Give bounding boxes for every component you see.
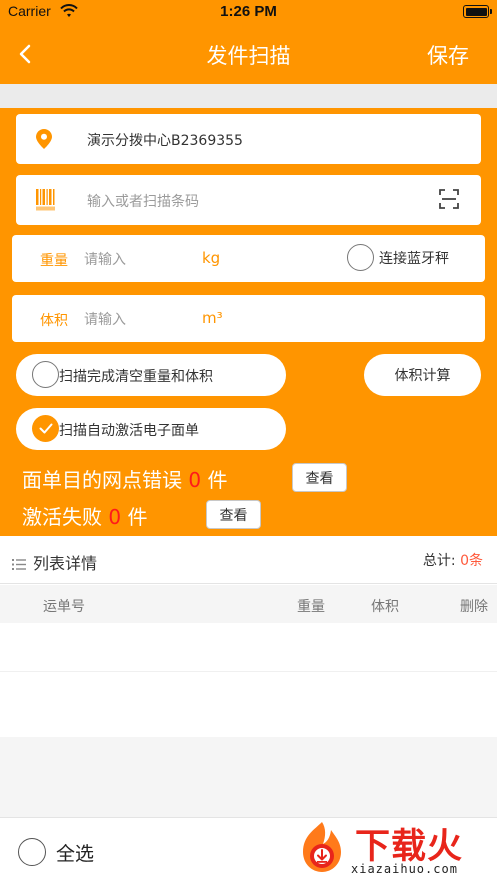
weight-label: 重量 — [40, 253, 68, 269]
row-divider — [0, 671, 497, 672]
total-count: 0条 — [460, 553, 483, 569]
weight-unit: kg — [202, 249, 221, 267]
volume-input[interactable]: 请输入 — [84, 309, 126, 329]
auto-activate-checkbox[interactable] — [32, 415, 59, 442]
nav-bar: 发件扫描 保存 — [0, 24, 497, 84]
wrong-outlet-count: 0 — [188, 468, 202, 492]
list-total: 总计: 0条 — [423, 550, 483, 570]
activation-failed-suffix: 件 — [127, 505, 148, 529]
bluetooth-label: 连接蓝牙秤 — [379, 250, 449, 267]
wrong-outlet-prefix: 面单目的网点错误 — [22, 468, 182, 492]
location-field[interactable]: 演示分拨中心B2369355 — [16, 114, 481, 164]
barcode-input[interactable]: 输入或者扫描条码 — [16, 175, 481, 225]
watermark: 下载火 xiazaihuo.com — [293, 818, 493, 880]
list-icon — [12, 555, 26, 574]
volume-label: 体积 — [40, 313, 68, 329]
select-all-label: 全选 — [56, 842, 95, 865]
volume-calc-button[interactable]: 体积计算 — [364, 354, 481, 396]
battery-icon — [463, 5, 492, 18]
weight-row: 重量 请输入 kg 连接蓝牙秤 — [12, 235, 485, 282]
clear-after-scan-radio[interactable] — [32, 361, 59, 388]
column-weight: 重量 — [297, 599, 325, 615]
save-button[interactable]: 保存 — [427, 40, 469, 70]
scan-form: 演示分拨中心B2369355 输入或者扫描条码 重量 请输入 kg 连接蓝牙秤 … — [0, 108, 497, 536]
auto-activate-toggle[interactable]: 扫描自动激活电子面单 — [16, 408, 286, 450]
table-header: 运单号 重量 体积 删除 — [0, 585, 497, 623]
volume-unit: m³ — [202, 309, 223, 327]
list-header: 列表详情 总计: 0条 — [0, 536, 497, 584]
page-title: 发件扫描 — [206, 44, 291, 68]
select-all-radio[interactable] — [18, 838, 46, 866]
auto-activate-label: 扫描自动激活电子面单 — [59, 423, 199, 439]
clear-after-scan-toggle[interactable]: 扫描完成清空重量和体积 — [16, 354, 286, 396]
table-body — [0, 623, 497, 737]
column-waybill: 运单号 — [43, 599, 85, 615]
activation-failed-stat: 激活失败 0 件 — [22, 501, 147, 530]
activation-failed-count: 0 — [108, 505, 122, 529]
select-all-toggle[interactable]: 全选 — [18, 838, 94, 866]
list-title: 列表详情 — [33, 554, 98, 573]
volume-calc-label: 体积计算 — [394, 368, 451, 384]
flame-logo-icon — [293, 818, 351, 880]
view-wrong-outlet-button[interactable]: 查看 — [292, 463, 347, 492]
total-label: 总计: — [422, 553, 456, 569]
empty-area — [0, 737, 497, 817]
bluetooth-scale-toggle[interactable]: 连接蓝牙秤 — [347, 244, 449, 271]
volume-row: 体积 请输入 m³ — [12, 295, 485, 342]
activation-failed-prefix: 激活失败 — [22, 505, 102, 529]
separator-strip — [0, 84, 497, 108]
view-activation-failed-button[interactable]: 查看 — [206, 500, 261, 529]
location-value: 演示分拨中心B2369355 — [87, 133, 243, 149]
column-delete: 删除 — [460, 599, 488, 615]
clock: 1:26 PM — [220, 3, 277, 20]
wrong-outlet-suffix: 件 — [207, 468, 228, 492]
location-pin-icon — [36, 129, 52, 153]
clear-after-scan-label: 扫描完成清空重量和体积 — [59, 369, 213, 385]
weight-input[interactable]: 请输入 — [84, 249, 126, 269]
checkmark-icon — [39, 423, 52, 434]
column-volume: 体积 — [371, 599, 399, 615]
watermark-url: xiazaihuo.com — [351, 862, 458, 876]
scan-icon[interactable] — [439, 189, 459, 213]
status-bar: Carrier 1:26 PM — [0, 0, 497, 24]
wrong-outlet-stat: 面单目的网点错误 0 件 — [22, 464, 227, 493]
bluetooth-radio[interactable] — [347, 244, 374, 271]
barcode-placeholder: 输入或者扫描条码 — [87, 194, 199, 210]
barcode-icon — [36, 189, 56, 215]
